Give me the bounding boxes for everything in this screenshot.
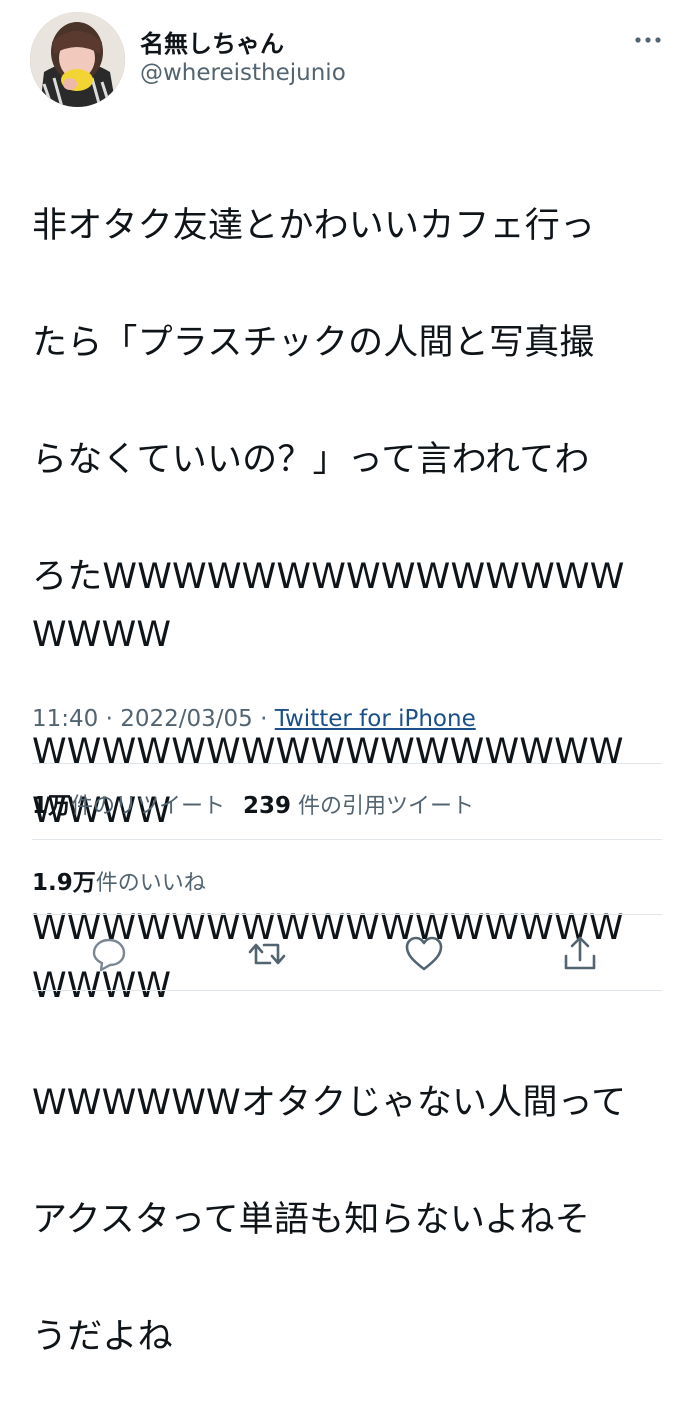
divider [32, 763, 662, 764]
divider [32, 914, 662, 915]
tweet-text-line: らなくていいの？」って言われてわ [32, 439, 590, 480]
divider [32, 990, 662, 991]
tweet-text: 非オタク友達とかわいいカフェ行っ たら「プラスチックの人間と写真撮 らなくていい… [32, 138, 642, 1425]
tweet-text-line: WWWWWWWWWWWWWWWWWWWWW [32, 732, 624, 831]
user-handle[interactable]: @whereisthejunio [140, 60, 346, 86]
display-name[interactable]: 名無しちゃん [140, 24, 284, 59]
tweet-text-line: 非オタク友達とかわいいカフェ行っ [32, 205, 596, 246]
heart-icon[interactable] [402, 932, 446, 976]
retweets-count: 1万 [32, 793, 72, 819]
tweet-date[interactable]: 2022/03/05 [120, 706, 253, 732]
quotes-link[interactable]: 239 件の引用ツイート [243, 793, 475, 819]
tweet-meta: 11:40 · 2022/03/05 · Twitter for iPhone [32, 706, 476, 732]
tweet-text-line: うだよね [32, 1317, 173, 1357]
tweet-text-line: アクスタって単語も知らないよねそ [32, 1200, 590, 1240]
action-bar [0, 932, 694, 982]
retweet-icon[interactable] [245, 932, 289, 976]
divider [32, 839, 662, 840]
likes-stats[interactable]: 1.9万件のいいね [32, 863, 206, 897]
meta-separator: · [98, 706, 121, 732]
retweets-link[interactable]: 1万件のリツイート [32, 793, 226, 819]
tweet-text-line: たら「プラスチックの人間と写真撮 [32, 322, 595, 363]
user-avatar-icon [30, 12, 125, 107]
quotes-label: 件の引用ツイート [298, 794, 475, 819]
likes-label: 件のいいね [95, 871, 206, 896]
reply-icon[interactable] [87, 932, 131, 976]
more-icon[interactable] [632, 30, 664, 50]
quotes-count: 239 [243, 793, 292, 819]
likes-count: 1.9万 [32, 870, 96, 896]
retweets-label: 件のリツイート [71, 794, 226, 819]
meta-separator: · [252, 706, 275, 732]
tweet-detail: 名無しちゃん @whereisthejunio 非オタク友達とかわいいカフェ行っ… [0, 0, 694, 1357]
share-icon[interactable] [558, 932, 602, 976]
tweet-text-line: WWWWWWオタクじゃない人間って [32, 1083, 627, 1123]
tweet-source-link[interactable]: Twitter for iPhone [275, 706, 476, 732]
avatar[interactable] [30, 12, 125, 107]
retweet-stats: 1万件のリツイート 239 件の引用ツイート [32, 786, 474, 820]
tweet-time[interactable]: 11:40 [32, 706, 98, 732]
tweet-text-line: ろたWWWWWWWWWWWWWWWWWWW [32, 556, 625, 656]
